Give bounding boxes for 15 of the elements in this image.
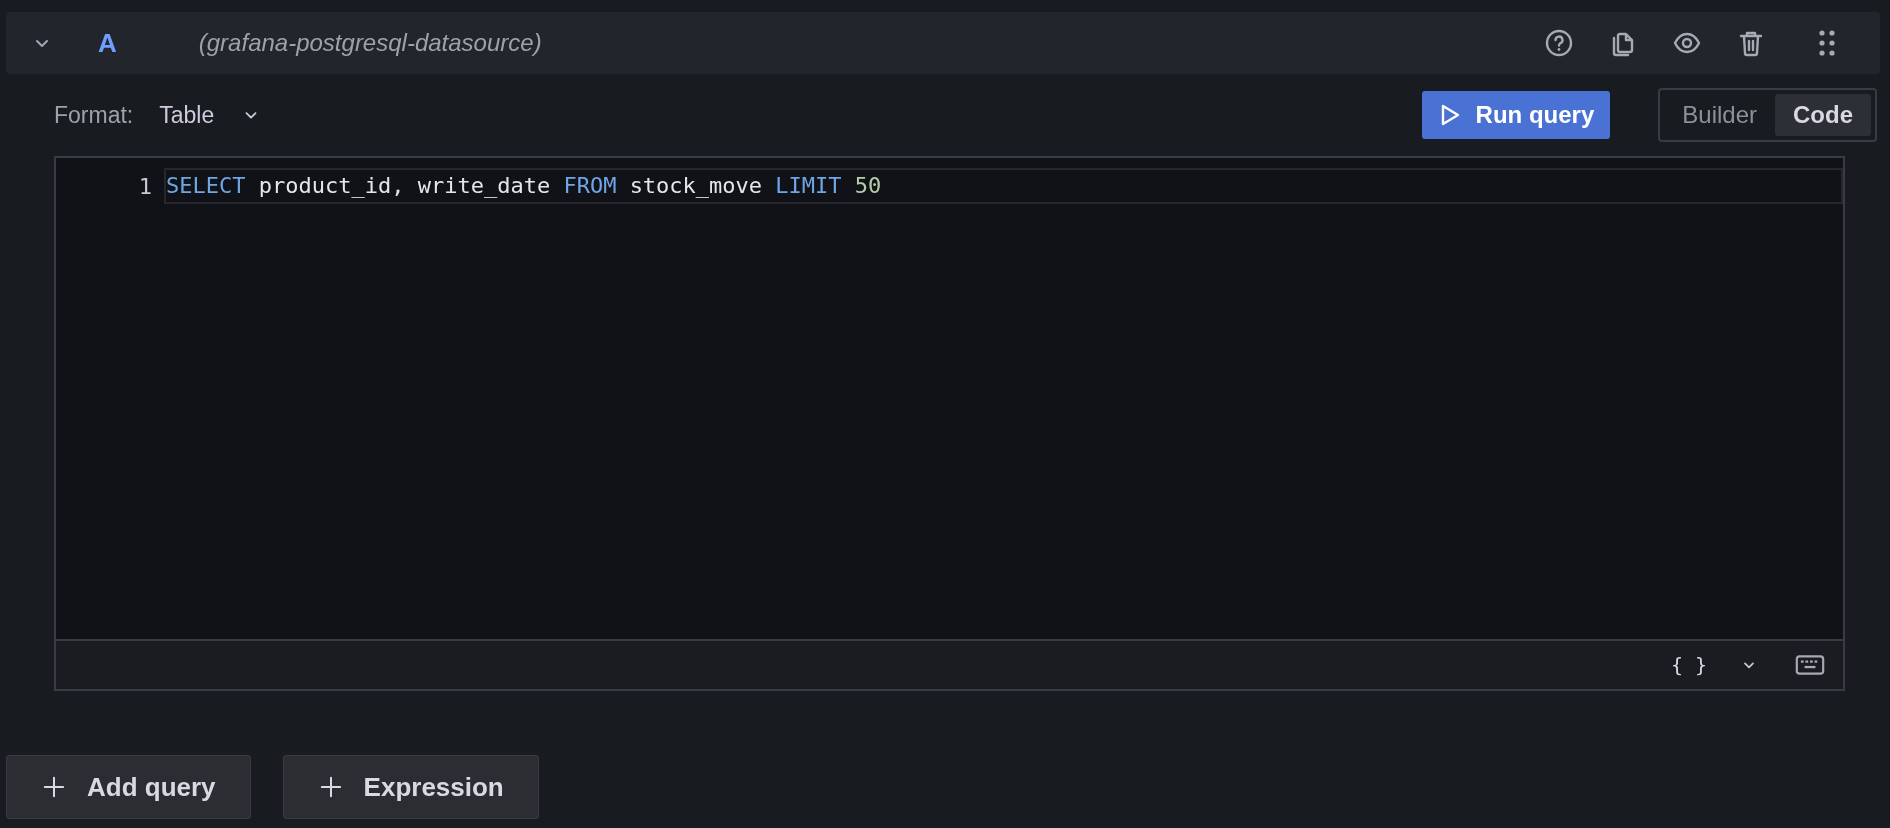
mode-tab[interactable]: Builder — [1664, 94, 1775, 136]
format-code-button[interactable]: { } — [1670, 650, 1707, 680]
keyboard-icon — [1795, 655, 1825, 675]
add-button[interactable]: Add query — [6, 755, 251, 819]
mode-tab[interactable]: Code — [1775, 94, 1871, 136]
datasource-name: (grafana-postgresql-datasource) — [198, 28, 542, 58]
format-label: Format: — [54, 100, 134, 130]
line-number: 1 — [137, 172, 153, 201]
add-button[interactable]: Expression — [282, 755, 539, 819]
plus-icon — [43, 776, 65, 798]
plus-icon — [319, 776, 342, 798]
help-icon — [1544, 28, 1574, 58]
query-name: A — [98, 26, 117, 60]
format-select[interactable]: Table — [159, 97, 261, 133]
run-query-button[interactable]: Run query — [1421, 91, 1611, 139]
